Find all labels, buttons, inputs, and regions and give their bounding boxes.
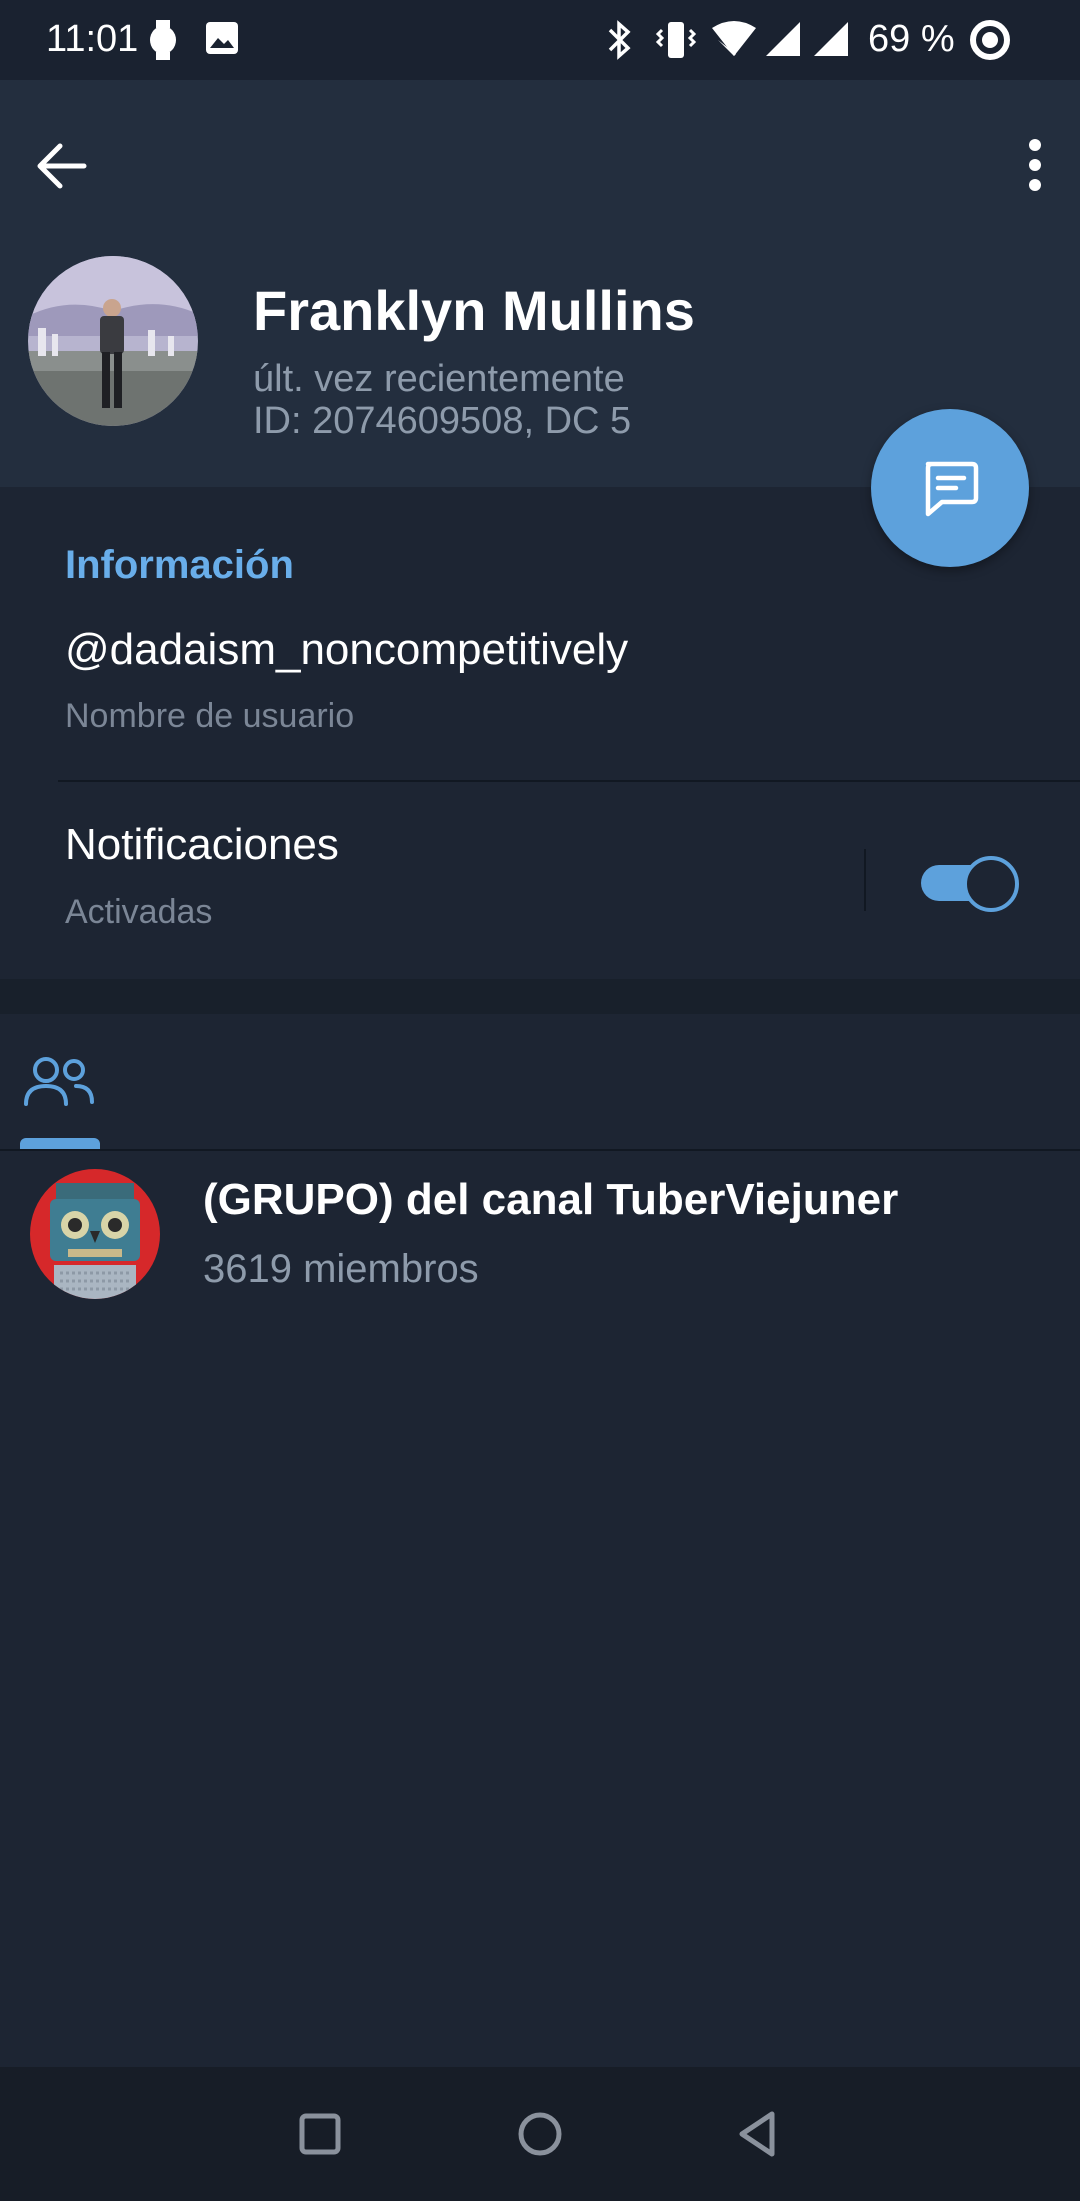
vertical-separator: [864, 849, 866, 911]
square-icon: [299, 2113, 341, 2155]
group-photo: [30, 1169, 160, 1299]
recents-button[interactable]: [286, 2100, 354, 2168]
profile-avatar[interactable]: [28, 256, 198, 426]
tab-groups-in-common[interactable]: [20, 1014, 100, 1149]
status-bar: 11:01 69 %: [0, 0, 1080, 80]
profile-id: ID: 2074609508, DC 5: [253, 400, 632, 442]
triangle-back-icon: [739, 2111, 775, 2157]
message-icon: [925, 461, 979, 517]
back-nav-button[interactable]: [726, 2100, 794, 2168]
bluetooth-icon: [606, 20, 634, 65]
send-message-button[interactable]: [871, 409, 1029, 567]
group-avatar: [30, 1169, 160, 1299]
more-options-button[interactable]: [1000, 130, 1072, 202]
profile-photo: [28, 256, 198, 426]
signal-icon: [764, 20, 802, 63]
circle-icon: [518, 2112, 562, 2156]
info-section: Información @dadaism_noncompetitively No…: [0, 487, 1080, 979]
notifications-title[interactable]: Notificaciones: [65, 820, 339, 870]
profile-name: Franklyn Mullins: [253, 279, 695, 342]
section-gap: [0, 979, 1080, 1014]
notifications-status: Activadas: [65, 893, 213, 931]
watch-icon: [146, 20, 180, 65]
tab-active-indicator: [20, 1138, 100, 1149]
system-nav-bar: [0, 2067, 1080, 2201]
status-time: 11:01: [46, 18, 139, 60]
more-vert-icon: [1029, 139, 1041, 191]
groups-icon: [24, 1057, 94, 1106]
battery-percentage: 69 %: [868, 18, 955, 60]
group-name: (GRUPO) del canal TuberViejuner: [203, 1175, 899, 1224]
wifi-icon: [712, 20, 756, 63]
home-button[interactable]: [506, 2100, 574, 2168]
notifications-toggle[interactable]: [921, 856, 1019, 912]
group-members-count: 3619 miembros: [203, 1247, 479, 1291]
last-seen-status: últ. vez recientemente: [253, 358, 625, 400]
back-button[interactable]: [26, 130, 98, 202]
divider: [58, 780, 1080, 782]
username-label: Nombre de usuario: [65, 697, 355, 735]
info-section-title: Información: [65, 543, 294, 587]
battery-saver-icon: [968, 18, 1012, 67]
list-item[interactable]: (GRUPO) del canal TuberViejuner 3619 mie…: [0, 1151, 1080, 1311]
signal-icon: [812, 20, 850, 63]
media-tabs: [0, 1014, 1080, 1151]
username-value[interactable]: @dadaism_noncompetitively: [65, 625, 628, 675]
toggle-knob: [963, 856, 1019, 912]
image-icon: [204, 20, 240, 61]
back-arrow-icon: [37, 143, 87, 189]
vibrate-icon: [654, 20, 698, 65]
